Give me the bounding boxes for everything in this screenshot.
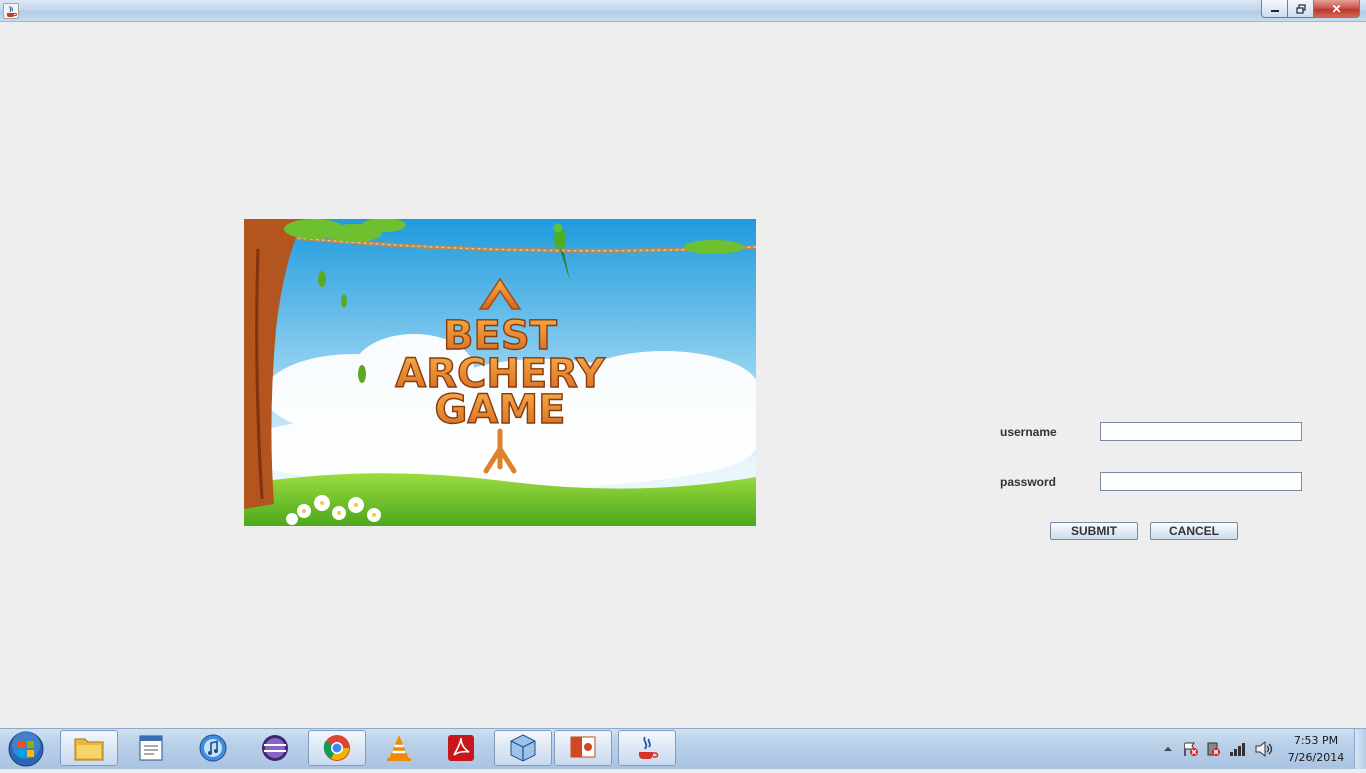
taskbar-java[interactable]	[618, 730, 676, 766]
close-icon: ✕	[1331, 1, 1342, 16]
itunes-icon	[199, 734, 227, 762]
acrobat-icon	[448, 735, 474, 761]
submit-button[interactable]: SUBMIT	[1050, 522, 1138, 540]
chrome-icon	[323, 735, 350, 761]
taskbar-virtualbox[interactable]	[494, 730, 552, 766]
clock-time: 7:53 PM	[1293, 734, 1339, 747]
clock-date: 7/26/2014	[1287, 751, 1345, 764]
java-app-icon[interactable]	[3, 3, 19, 19]
show-desktop-button[interactable]	[1354, 729, 1366, 769]
notepad-icon	[139, 735, 163, 761]
taskbar-explorer[interactable]	[60, 730, 118, 766]
taskbar-acrobat[interactable]	[432, 730, 490, 766]
restore-icon	[1295, 3, 1306, 14]
minimize-button[interactable]	[1261, 0, 1288, 18]
windows-logo-icon	[8, 731, 44, 767]
java-icon	[639, 736, 659, 759]
taskbar-powerpoint[interactable]	[554, 730, 612, 766]
vlc-icon	[387, 735, 411, 761]
volume-icon[interactable]	[1254, 740, 1274, 758]
taskbar-vlc[interactable]	[370, 730, 428, 766]
taskbar-chrome[interactable]	[308, 730, 366, 766]
taskbar: 7:53 PM 7/26/2014	[0, 728, 1366, 769]
start-button[interactable]	[6, 730, 46, 768]
cancel-button[interactable]: CANCEL	[1150, 522, 1238, 540]
virtualbox-icon	[510, 734, 536, 762]
restore-button[interactable]	[1288, 0, 1314, 18]
taskbar-clock[interactable]: 7:53 PM 7/26/2014	[1282, 732, 1350, 766]
password-label: password	[1000, 475, 1057, 489]
taskbar-eclipse[interactable]	[246, 730, 304, 766]
username-input[interactable]	[1100, 422, 1302, 441]
usb-icon[interactable]	[1204, 740, 1222, 758]
minimize-icon	[1270, 9, 1279, 12]
password-input[interactable]	[1100, 472, 1302, 491]
taskbar-itunes[interactable]	[184, 730, 242, 766]
eclipse-icon	[262, 735, 288, 761]
windows-explorer-icon	[74, 738, 104, 761]
network-signal-icon[interactable]	[1228, 741, 1248, 757]
window-title-bar[interactable]: ✕	[0, 0, 1366, 22]
action-center-icon[interactable]	[1182, 740, 1200, 758]
taskbar-notepad[interactable]	[122, 730, 180, 766]
tray-expand-icon[interactable]	[1160, 741, 1176, 757]
banner-title-line3: GAME	[435, 387, 566, 433]
archery-game-banner: BEST ARCHERY GAME	[244, 219, 756, 526]
system-tray	[1160, 729, 1274, 769]
powerpoint-icon	[570, 736, 596, 758]
username-label: username	[1000, 425, 1057, 439]
close-button[interactable]: ✕	[1314, 0, 1360, 18]
